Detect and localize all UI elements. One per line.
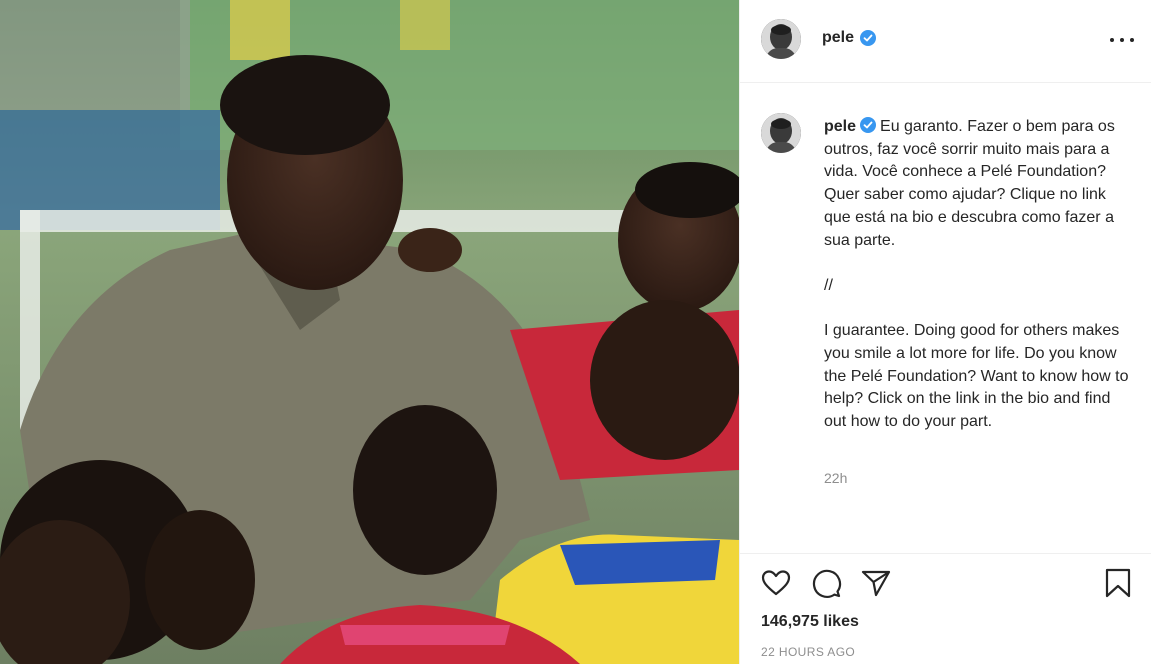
post-image	[0, 0, 739, 664]
paper-plane-icon[interactable]	[860, 567, 892, 599]
username-link[interactable]: pele	[822, 29, 854, 47]
bookmark-icon[interactable]	[1102, 567, 1134, 599]
avatar[interactable]	[761, 19, 801, 59]
comment-icon[interactable]	[810, 567, 842, 599]
caption-username-link[interactable]: pele	[824, 118, 856, 135]
profile-picture	[761, 19, 801, 59]
post-header: pele	[740, 0, 1151, 83]
caption-timestamp: 22h	[824, 470, 848, 486]
caption-area: pele Eu garanto. Fazer o bem para os outr…	[740, 83, 1151, 554]
profile-picture	[761, 113, 801, 153]
caption-body: Eu garanto. Fazer o bem para os outros, …	[824, 118, 1129, 431]
likes-count[interactable]: 146,975 likes	[761, 613, 859, 631]
post-panel: pele pele Eu garanto. Fazer o bem para os…	[739, 0, 1151, 664]
action-bar	[740, 555, 1151, 605]
caption-avatar[interactable]	[761, 113, 801, 153]
more-options-icon[interactable]	[1110, 30, 1134, 50]
verified-badge-icon	[860, 30, 876, 46]
post-photo[interactable]	[0, 0, 739, 664]
verified-badge-icon	[860, 117, 877, 133]
heart-icon[interactable]	[760, 567, 792, 599]
caption-text: pele Eu garanto. Fazer o bem para os outr…	[824, 116, 1130, 434]
post-time-ago[interactable]: 22 HOURS AGO	[761, 645, 855, 659]
